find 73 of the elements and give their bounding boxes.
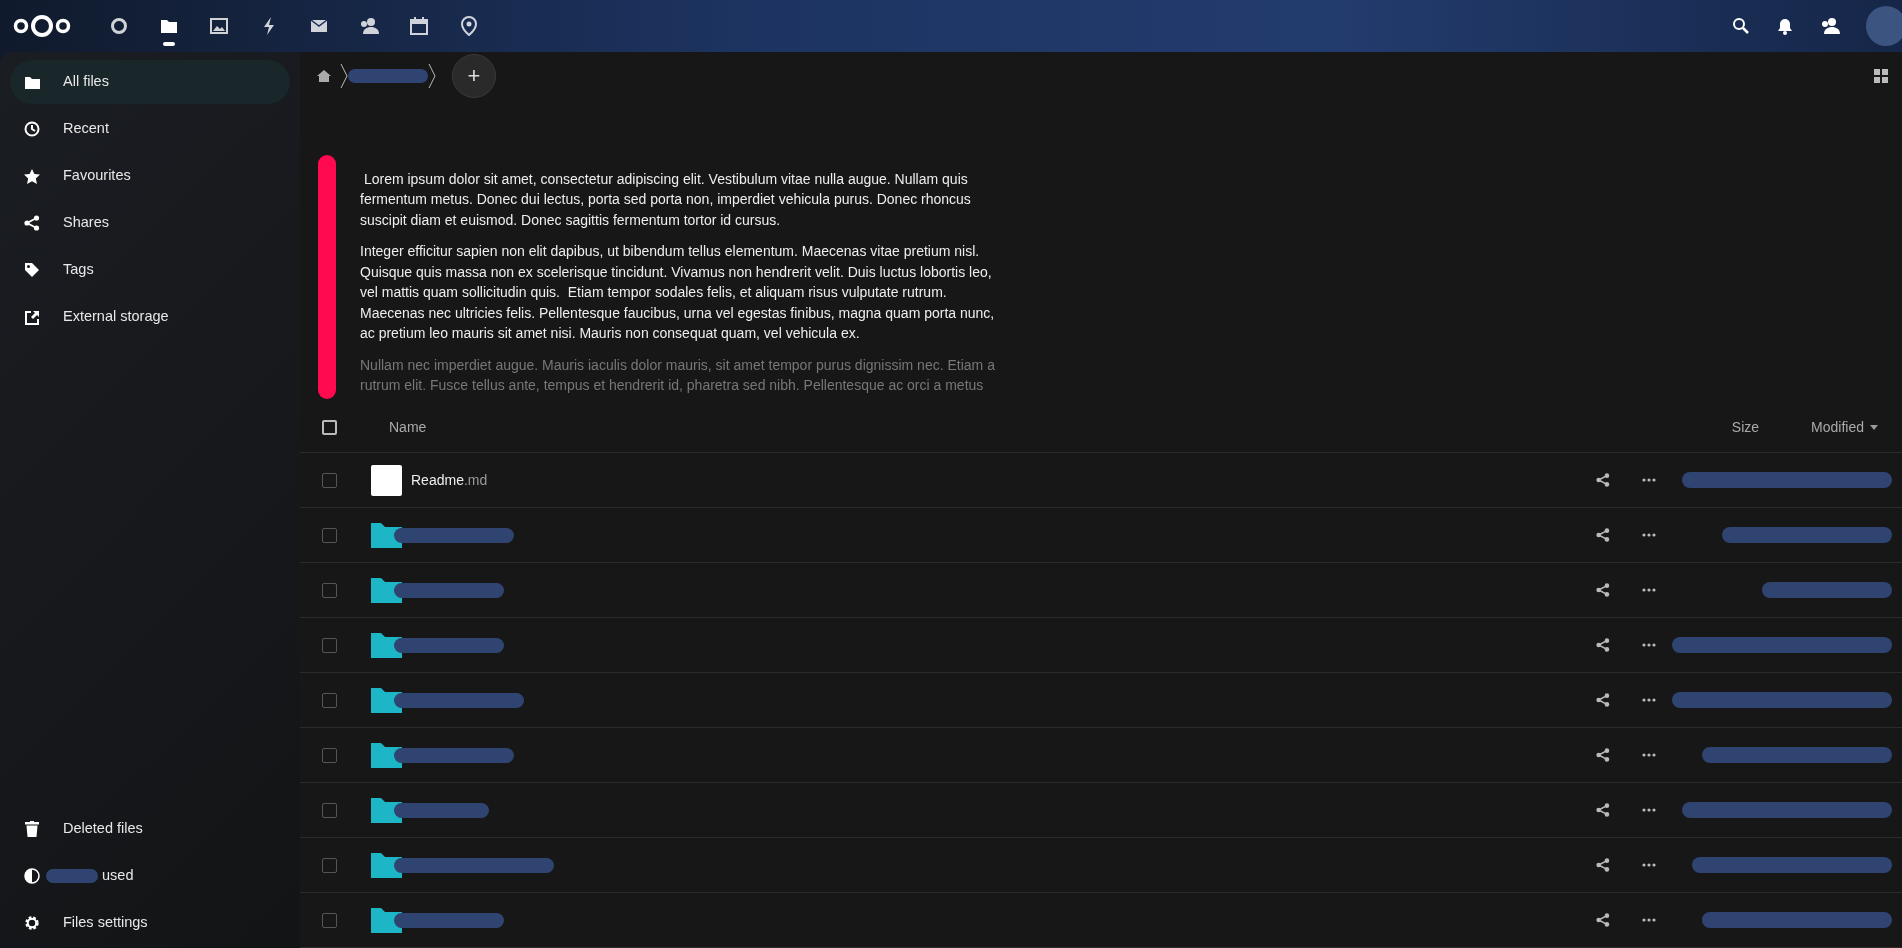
more-icon[interactable] (1642, 478, 1656, 482)
file-thumbnail (371, 464, 402, 496)
settings-icon (24, 914, 40, 931)
more-icon[interactable] (1642, 863, 1656, 867)
circle-icon (110, 17, 128, 35)
breadcrumb-separator-icon (340, 62, 348, 89)
folder-icon (160, 18, 178, 34)
column-header[interactable]: Name (389, 417, 427, 439)
share-icon[interactable] (1596, 858, 1610, 872)
more-icon[interactable] (1642, 918, 1656, 922)
share-icon[interactable] (1596, 748, 1610, 762)
grid-view-icon[interactable] (1874, 68, 1888, 83)
lightning-icon (262, 17, 276, 35)
row-checkbox[interactable] (322, 857, 337, 873)
tag-icon (24, 262, 40, 278)
readme-paragraph: Nullam nec imperdiet augue. Mauris iaculis dolor mauris, sit amet tempor purus dignissim nec. Etiam a rutrum elit. Fusce tellus ante, tempus et hendrerit id, pharetra sed nibh. Pellentesque ac orci a metus (360, 355, 996, 395)
share-icon (24, 215, 40, 231)
sidebar-item[interactable]: External storage (10, 295, 290, 339)
sidebar-item[interactable]: All files (10, 60, 290, 104)
row-checkbox[interactable] (322, 582, 337, 598)
sidebar-item[interactable]: Recent (10, 107, 290, 151)
active-indicator (163, 42, 175, 46)
sidebar-item[interactable]: Favourites (10, 154, 290, 198)
share-icon[interactable] (1596, 473, 1610, 487)
home-icon[interactable] (316, 68, 332, 83)
row-checkbox[interactable] (322, 527, 337, 543)
file-name[interactable]: Readme.md (411, 469, 488, 491)
share-icon[interactable] (1596, 803, 1610, 817)
row-checkbox[interactable] (322, 912, 337, 928)
sidebar-item[interactable]: Shares (10, 201, 290, 245)
add-button[interactable]: + (452, 53, 496, 98)
trash-icon (25, 820, 39, 837)
sidebar-item[interactable]: Deleted files (10, 805, 290, 852)
pie-icon (24, 867, 40, 884)
map-pin-icon (461, 16, 477, 36)
row-checkbox[interactable] (322, 472, 337, 488)
contacts-icon[interactable] (1820, 17, 1840, 35)
readme-paragraph: Lorem ipsum dolor sit amet, consectetur adipiscing elit. Vestibulum vitae nulla augue. Nullam quis fermentum metus. Donec dui lectus, porta sed porta non, imperdiet vehicula purus. Donec rhoncus suscipit diam et euismod. Donec sagittis fermentum tortor id cursus. (360, 169, 972, 230)
sidebar-item[interactable]: Files settings (10, 899, 290, 946)
more-icon[interactable] (1642, 808, 1656, 812)
share-icon[interactable] (1596, 693, 1610, 707)
redaction-mark (46, 868, 98, 883)
row-checkbox[interactable] (322, 692, 337, 708)
sidebar-item[interactable]: Tags (10, 248, 290, 292)
contacts-icon (359, 17, 379, 35)
more-icon[interactable] (1642, 588, 1656, 592)
column-header[interactable]: Modified (1811, 417, 1902, 439)
share-icon[interactable] (1596, 528, 1610, 542)
mail-icon (310, 19, 328, 33)
column-header[interactable]: Size (1731, 417, 1760, 439)
storage-quota[interactable]: used (10, 852, 290, 899)
row-checkbox[interactable] (322, 802, 337, 818)
more-icon[interactable] (1642, 533, 1656, 537)
row-checkbox[interactable] (322, 747, 337, 763)
external-link-icon (24, 309, 40, 325)
star-icon (24, 168, 40, 184)
folder-icon (24, 75, 40, 89)
select-all-checkbox[interactable] (322, 420, 337, 436)
breadcrumb-separator-icon (428, 62, 436, 89)
readme-paragraph: Integer efficitur sapien non elit dapibus, ut bibendum tellus elementum. Maecenas vitae pretium nisl. Quisque quis massa non ex scelerisque tincidunt. Vivamus non hendrerit velit. Duis luctus lobortis leo, vel mattis quam sollicitudin quis. Etiam tempor sodales felis, et aliquam risus vulputate rutrum. Maecenas nec ultricies felis. Pellentesque faucibus, urna vel egestas finibus, magna quam porta nunc, ac pretium leo mauris sit amet nisi. Mauris non consequat quam, vel vehicula ex. (360, 242, 996, 343)
search-icon[interactable] (1732, 17, 1750, 35)
more-icon[interactable] (1642, 643, 1656, 647)
share-icon[interactable] (1596, 638, 1610, 652)
more-icon[interactable] (1642, 753, 1656, 757)
bell-icon[interactable] (1776, 17, 1794, 35)
share-icon[interactable] (1596, 913, 1610, 927)
share-icon[interactable] (1596, 583, 1610, 597)
row-checkbox[interactable] (322, 637, 337, 653)
more-icon[interactable] (1642, 698, 1656, 702)
sort-caret-icon (1870, 425, 1878, 431)
calendar-icon (410, 17, 428, 35)
clock-icon (24, 121, 40, 137)
image-icon (210, 18, 228, 34)
